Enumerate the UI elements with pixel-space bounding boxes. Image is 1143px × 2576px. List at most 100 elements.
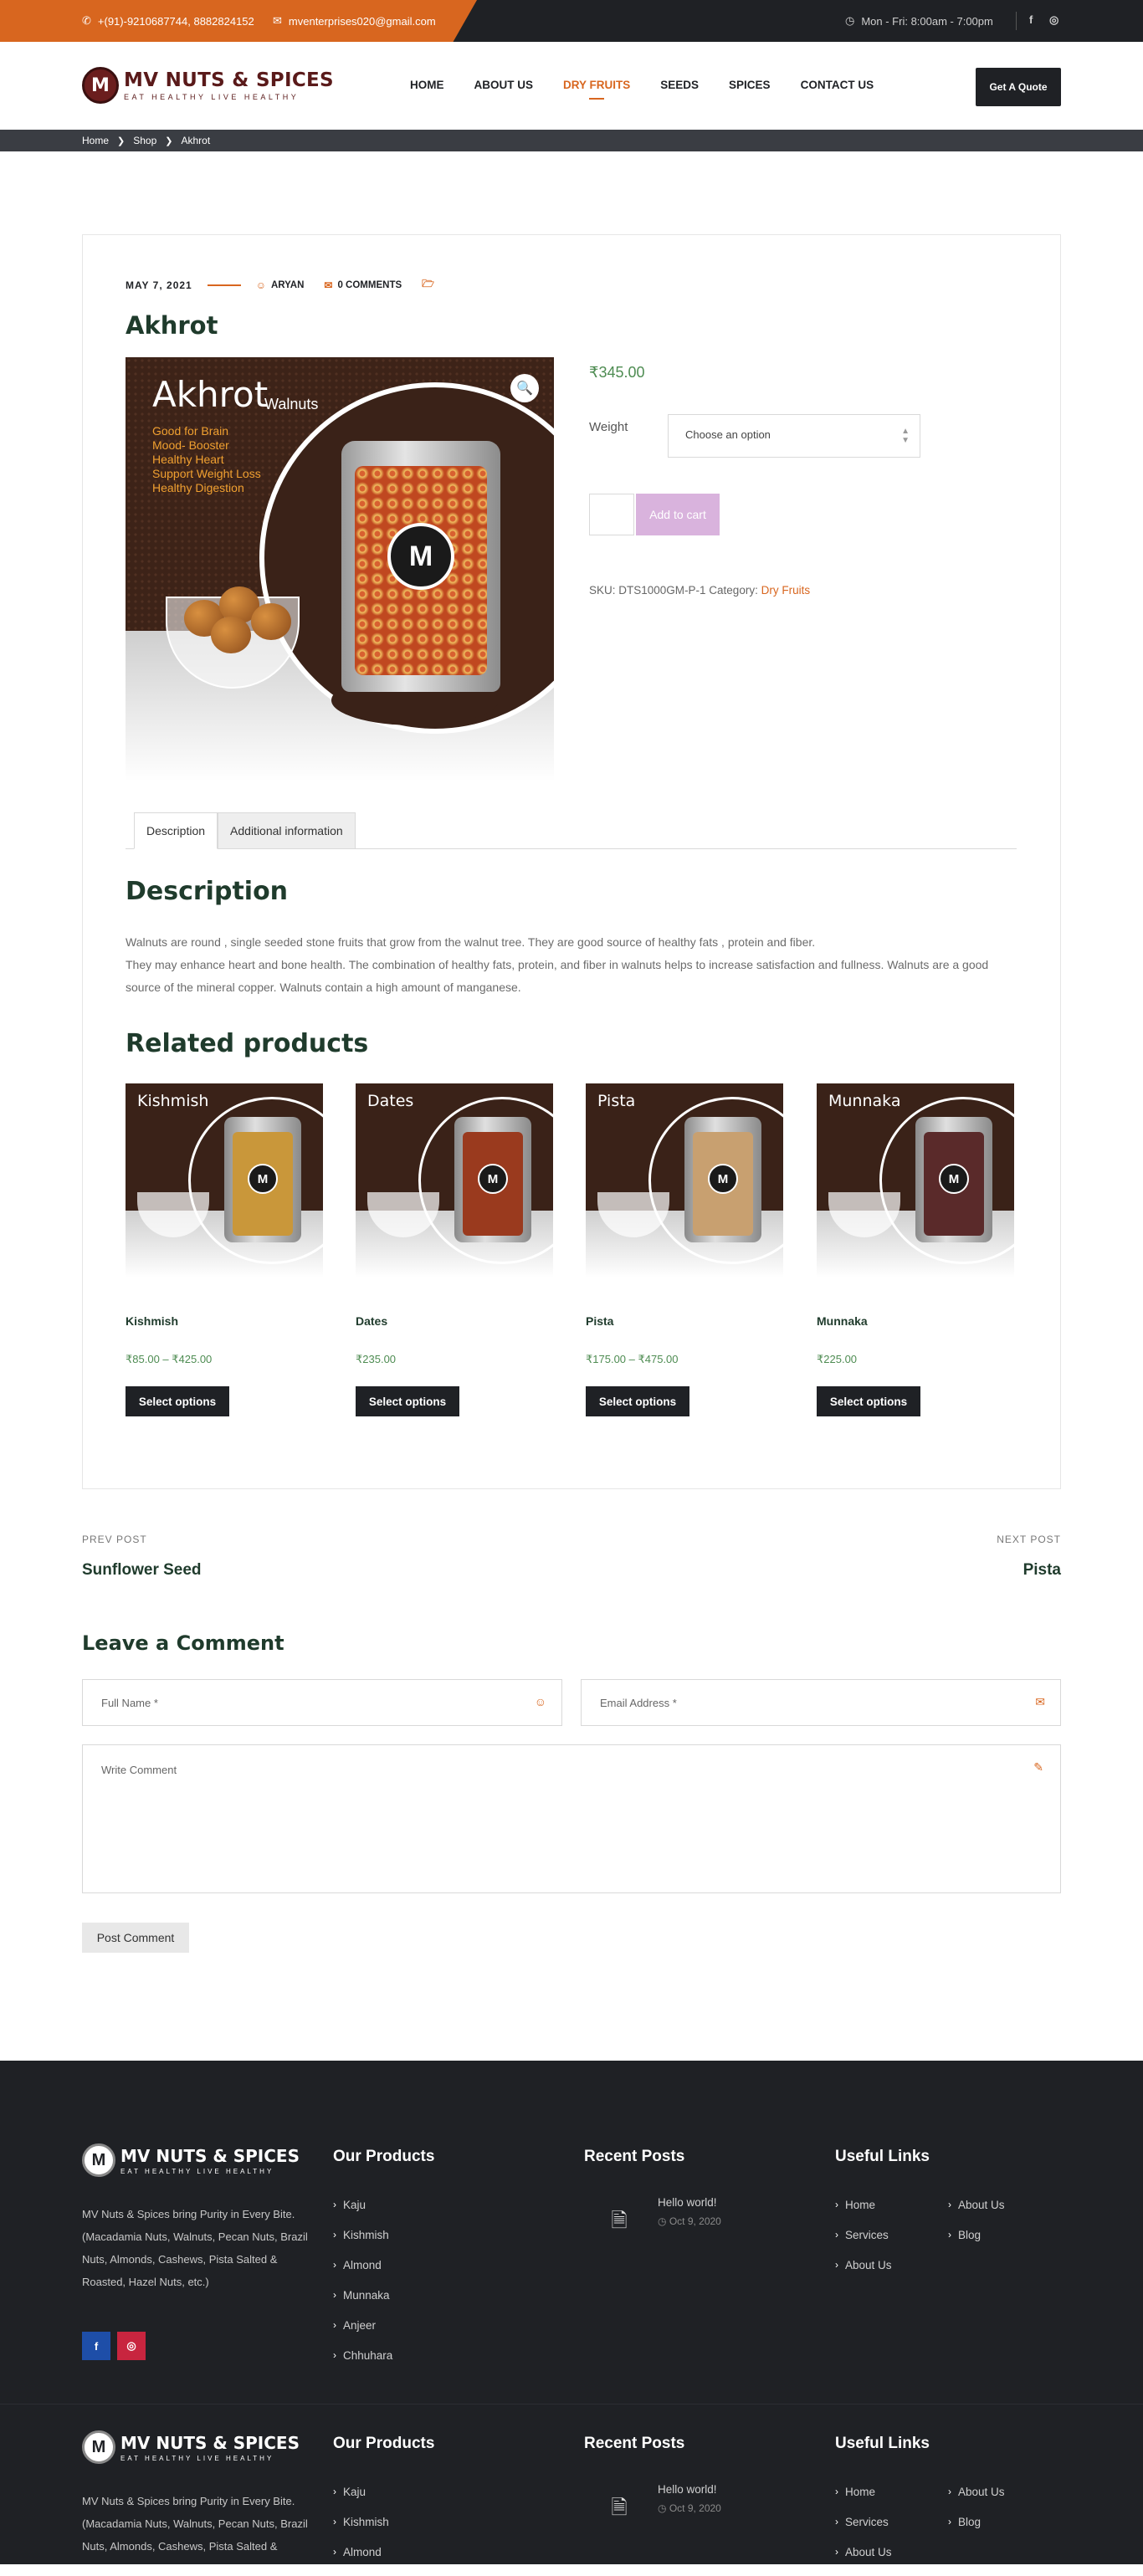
related-product-name[interactable]: Kishmish: [126, 1314, 323, 1328]
useful-links-heading: Useful Links: [835, 2148, 930, 2165]
zoom-icon[interactable]: 🔍: [510, 374, 539, 402]
product-price: ₹345.00: [589, 364, 645, 381]
full-name-placeholder: Full Name *: [101, 1697, 158, 1709]
nav-spices[interactable]: SPICES: [729, 79, 771, 91]
footer-link[interactable]: › Home: [835, 2199, 892, 2229]
footer-product-link[interactable]: › Kaju: [333, 2486, 389, 2516]
email-placeholder: Email Address *: [600, 1697, 677, 1709]
tab-additional-information[interactable]: Additional information: [218, 812, 356, 849]
recent-post-date: ◷ Oct 9, 2020: [658, 2502, 721, 2514]
prev-post-link[interactable]: Sunflower Seed: [82, 1561, 202, 1580]
footer-link[interactable]: › Home: [835, 2486, 892, 2516]
add-to-cart-button[interactable]: Add to cart: [636, 494, 720, 535]
footer-product-link[interactable]: › Munnaka: [333, 2289, 392, 2319]
footer-product-link[interactable]: › Chhuhara: [333, 2349, 392, 2379]
facebook-icon[interactable]: f: [82, 2332, 110, 2360]
footer-link[interactable]: › About Us: [948, 2486, 1005, 2516]
benefit-item: Mood- Booster: [152, 438, 229, 452]
quantity-input[interactable]: [589, 494, 634, 535]
footer-product-link[interactable]: › Kishmish: [333, 2229, 392, 2259]
full-name-field[interactable]: Full Name * ☺: [82, 1679, 562, 1726]
breadcrumb-shop[interactable]: Shop: [133, 135, 156, 146]
author-name: ARYAN: [270, 279, 305, 290]
footer-product-link[interactable]: › Anjeer: [333, 2319, 392, 2349]
related-product-price: ₹225.00: [817, 1353, 858, 1365]
email-field[interactable]: Email Address * ✉: [581, 1679, 1061, 1726]
footer-link[interactable]: › Blog: [948, 2516, 1005, 2546]
select-options-button[interactable]: Select options: [586, 1386, 689, 1416]
related-product-image[interactable]: Dates M: [356, 1083, 553, 1278]
related-product-name[interactable]: Dates: [356, 1314, 553, 1328]
email-contact[interactable]: ✉ mventerprises020@gmail.com: [273, 14, 436, 28]
phone-contact[interactable]: ✆ +(91)-9210687744, 8882824152: [82, 14, 254, 28]
walnuts: [176, 575, 293, 653]
document-icon: 🗎: [611, 2210, 628, 2232]
related-product-name[interactable]: Pista: [586, 1314, 783, 1328]
related-product-image[interactable]: Munnaka M: [817, 1083, 1014, 1278]
nav-contact-us[interactable]: CONTACT US: [801, 79, 874, 91]
related-product-name[interactable]: Munnaka: [817, 1314, 1014, 1328]
footer-link[interactable]: › About Us: [948, 2199, 1005, 2229]
footer-logo-name: MV NUTS & SPICES: [120, 2432, 300, 2453]
select-options-button[interactable]: Select options: [126, 1386, 229, 1416]
nav-dry-fruits[interactable]: DRY FRUITS: [563, 79, 630, 100]
footer-about: MV Nuts & Spices bring Purity in Every B…: [82, 2208, 308, 2288]
recent-post[interactable]: 🗎 Hello world! ◷ Oct 9, 2020: [601, 2483, 721, 2527]
product-image[interactable]: Akhrot -Walnuts Good for Brain Mood- Boo…: [126, 357, 554, 781]
footer-product-link[interactable]: › Kishmish: [333, 2516, 389, 2546]
footer-logo-name: MV NUTS & SPICES: [120, 2145, 300, 2166]
post-comment-button[interactable]: Post Comment: [82, 1923, 189, 1953]
our-products-heading: Our Products: [333, 2148, 435, 2165]
footer-logo[interactable]: M MV NUTS & SPICES EAT HEALTHY LIVE HEALT…: [82, 2143, 300, 2177]
next-post-link[interactable]: Pista: [1023, 1561, 1061, 1580]
footer-product-link[interactable]: › Almond: [333, 2546, 389, 2576]
useful-links-col-1: › Home › Services › About Us: [835, 2199, 892, 2289]
breadcrumb-home[interactable]: Home: [82, 135, 109, 146]
comments-text: 0 COMMENTS: [337, 279, 402, 290]
page-title: Akhrot: [126, 311, 218, 340]
nav-home[interactable]: HOME: [410, 79, 444, 91]
image-title: Dates: [367, 1092, 414, 1110]
description-heading: Description: [126, 877, 289, 906]
description-text: Walnuts are round , single seeded stone …: [126, 931, 1021, 999]
category-link[interactable]: Dry Fruits: [761, 584, 811, 597]
footer-product-link[interactable]: › Almond: [333, 2259, 392, 2289]
pouch-logo: M: [387, 523, 454, 590]
related-product-price: ₹235.00: [356, 1353, 397, 1365]
footer-logo[interactable]: M MV NUTS & SPICES EAT HEALTHY LIVE HEALT…: [82, 2430, 300, 2464]
prev-post-label: PREV POST: [82, 1534, 147, 1545]
facebook-icon[interactable]: f: [1029, 13, 1033, 26]
footer-link[interactable]: › Services: [835, 2516, 892, 2546]
nav-about-us[interactable]: ABOUT US: [474, 79, 534, 91]
recent-posts-heading: Recent Posts: [584, 2148, 685, 2165]
sku-text: SKU: DTS1000GM-P-1 Category:: [589, 584, 758, 597]
weight-select[interactable]: Choose an option ▲ ▼: [668, 414, 920, 458]
recent-post-title[interactable]: Hello world!: [658, 2196, 721, 2209]
footer-link[interactable]: › About Us: [835, 2546, 892, 2576]
recent-posts-heading: Recent Posts: [584, 2435, 685, 2452]
product-image-subtitle: -Walnuts: [259, 396, 319, 412]
get-a-quote-button[interactable]: Get A Quote: [976, 68, 1061, 106]
footer-product-link[interactable]: › Kaju: [333, 2199, 392, 2229]
site-logo[interactable]: M MV NUTS & SPICES EAT HEALTHY LIVE HEAL…: [82, 67, 334, 104]
footer-link[interactable]: › About Us: [835, 2259, 892, 2289]
footer-link[interactable]: › Services: [835, 2229, 892, 2259]
footer-link[interactable]: › Blog: [948, 2229, 1005, 2259]
post-author[interactable]: ☺ ARYAN: [256, 279, 305, 291]
image-title: Pista: [597, 1092, 636, 1110]
instagram-icon[interactable]: ◎: [117, 2332, 146, 2360]
select-options-button[interactable]: Select options: [356, 1386, 459, 1416]
folder-icon[interactable]: 🗁: [422, 276, 435, 294]
logo-tagline: EAT HEALTHY LIVE HEALTHY: [124, 93, 300, 101]
related-product-image[interactable]: Kishmish M: [126, 1083, 323, 1278]
select-options-button[interactable]: Select options: [817, 1386, 920, 1416]
instagram-icon[interactable]: ◎: [1049, 13, 1058, 27]
product-meta: SKU: DTS1000GM-P-1 Category: Dry Fruits: [589, 584, 810, 597]
comment-textarea[interactable]: Write Comment ✎: [82, 1744, 1061, 1893]
recent-post[interactable]: 🗎 Hello world! ◷ Oct 9, 2020: [601, 2196, 721, 2241]
tab-description[interactable]: Description: [134, 812, 218, 849]
recent-post-title[interactable]: Hello world!: [658, 2483, 721, 2496]
related-product-image[interactable]: Pista M: [586, 1083, 783, 1278]
nav-seeds[interactable]: SEEDS: [660, 79, 699, 91]
post-comments-count[interactable]: ✉ 0 COMMENTS: [324, 279, 402, 291]
